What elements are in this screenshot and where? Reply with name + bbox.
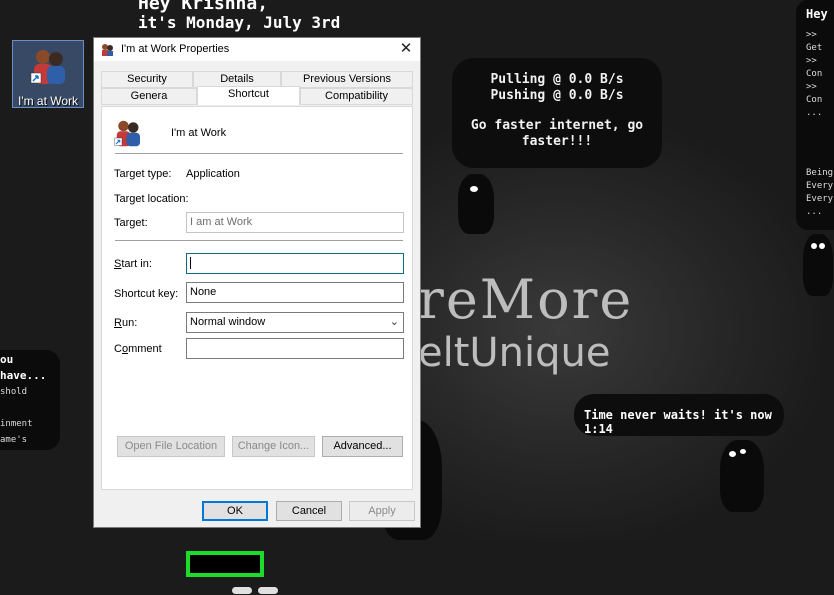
right-panel-line: Every	[806, 194, 834, 204]
run-select[interactable]: Normal window ⌄	[186, 312, 404, 333]
ghost-eye	[740, 449, 746, 454]
left-panel-title: ou have...	[0, 353, 47, 382]
open-file-location-button[interactable]: Open File Location	[117, 436, 225, 457]
greeting-line-1: Hey Krishna,	[138, 0, 269, 14]
run-select-value: Normal window	[190, 316, 266, 328]
right-panel-line: Every	[806, 181, 834, 191]
right-info-panel: Hey >> Get >> Con >> Con ... Being Every…	[796, 0, 834, 230]
right-panel-line: >> Get	[806, 30, 823, 53]
shortcut-key-label: Shortcut key:	[114, 288, 179, 300]
right-panel-line: ...	[806, 207, 823, 217]
tab-previous-versions[interactable]: Previous Versions	[281, 71, 413, 88]
text-caret	[190, 257, 191, 269]
pushing-speed: Pushing @ 0.0 B/s	[490, 88, 624, 103]
target-type-value: Application	[186, 168, 240, 180]
comment-label: Comment	[114, 343, 162, 355]
close-icon[interactable]: ✕	[396, 40, 416, 59]
tab-compatibility[interactable]: Compatibility	[300, 88, 413, 105]
desktop-shortcut-label: I'm at Work	[17, 94, 79, 108]
greeting-widget: Hey Krishna, it's Monday, July 3rd	[138, 0, 340, 32]
time-bubble: Time never waits! it's now 1:14	[574, 394, 784, 436]
ghost-eye	[819, 243, 825, 249]
right-panel-hey: Hey	[806, 7, 828, 21]
people-icon	[30, 50, 65, 84]
ghost-eye	[258, 587, 278, 594]
ok-button[interactable]: OK	[202, 501, 268, 521]
pulling-speed: Pulling @ 0.0 B/s	[490, 72, 624, 87]
dialog-titlebar[interactable]: I'm at Work Properties ✕	[94, 38, 420, 61]
shortcut-app-icon	[102, 44, 113, 56]
network-message: Go faster internet, go faster!!!	[470, 118, 644, 149]
left-panel-line: inment	[0, 419, 33, 429]
start-in-label: Start in:	[114, 258, 152, 270]
properties-dialog: I'm at Work Properties ✕ Security Detail…	[93, 37, 421, 528]
right-panel-line: Being	[806, 168, 834, 178]
shortcut-key-field[interactable]: None	[186, 282, 404, 303]
chevron-down-icon: ⌄	[389, 316, 399, 328]
apply-button[interactable]: Apply	[349, 501, 415, 521]
highlight-box	[186, 551, 264, 577]
ghost-eye	[470, 186, 478, 192]
wallpaper-brand-line-2: eltUnique	[418, 330, 611, 376]
ghost-eye	[232, 587, 252, 594]
start-in-field[interactable]	[186, 253, 404, 274]
desktop-shortcut-icon[interactable]: I'm at Work	[12, 40, 84, 108]
ghost-eye	[811, 243, 817, 249]
comment-field[interactable]	[186, 338, 404, 359]
target-field[interactable]: I am at Work	[186, 212, 404, 233]
separator	[115, 240, 403, 241]
target-type-label: Target type:	[114, 168, 172, 180]
cancel-button[interactable]: Cancel	[276, 501, 342, 521]
right-panel-line: >> Con	[806, 56, 823, 79]
tab-shortcut[interactable]: Shortcut	[197, 86, 300, 105]
dialog-title: I'm at Work Properties	[121, 43, 230, 55]
left-panel-line: shold	[0, 387, 28, 397]
ghost-eye	[729, 451, 736, 457]
ghost-mascot	[803, 234, 833, 296]
right-panel-line: >> Con	[806, 82, 823, 105]
separator	[115, 153, 403, 154]
right-panel-line: ...	[806, 108, 823, 118]
run-label: Run:	[114, 317, 138, 329]
shortcut-panel: I'm at Work Target type: Application Tar…	[101, 106, 413, 490]
target-label: Target:	[114, 217, 148, 229]
tab-general[interactable]: Genera	[101, 88, 197, 105]
change-icon-button[interactable]: Change Icon...	[232, 436, 315, 457]
ghost-mascot	[458, 174, 494, 234]
network-speed-bubble: Pulling @ 0.0 B/s Pushing @ 0.0 B/s Go f…	[452, 58, 662, 168]
target-location-label: Target location:	[114, 193, 189, 205]
left-panel-line: ame's	[0, 435, 28, 445]
left-info-panel: ou have... shold inment ame's	[0, 350, 60, 450]
advanced-button[interactable]: Advanced...	[322, 436, 403, 457]
greeting-line-2: it's Monday, July 3rd	[138, 13, 341, 32]
tab-security[interactable]: Security	[101, 71, 193, 88]
shortcut-name: I'm at Work	[171, 127, 227, 139]
people-icon	[114, 120, 140, 147]
wallpaper-brand-line-1: reMore	[418, 268, 634, 331]
